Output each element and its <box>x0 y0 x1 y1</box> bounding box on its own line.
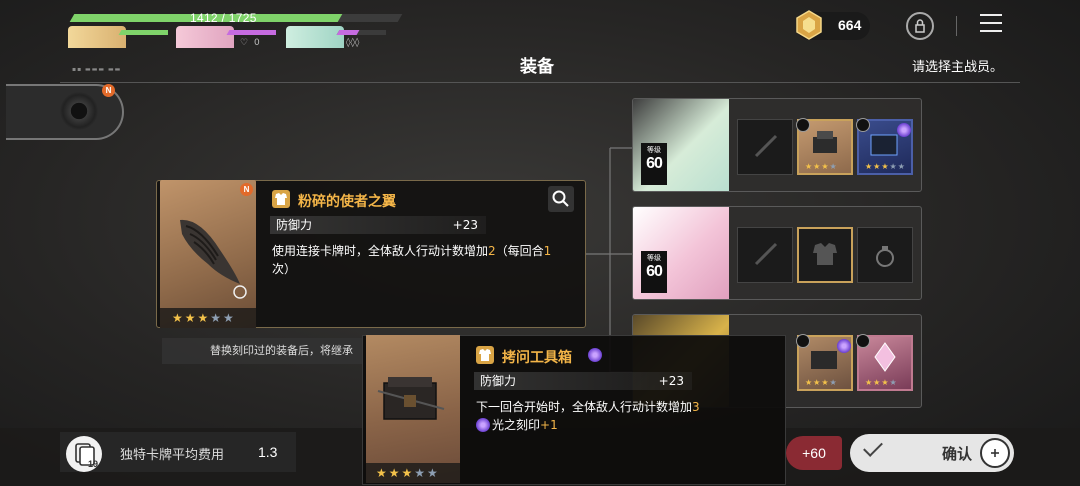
armor-slot[interactable]: ★★★★ <box>796 334 853 391</box>
menu-icon[interactable] <box>980 14 1002 36</box>
character-row[interactable]: 等级 60 <box>632 206 922 300</box>
decor-label: ▪▪ ▬▬▬ ▬▬ <box>72 66 122 73</box>
equipment-image[interactable]: ★★★★★ <box>160 180 256 328</box>
currency-value: 664 <box>838 17 862 33</box>
light-seal-icon <box>588 348 602 362</box>
party-member-1[interactable] <box>68 26 168 48</box>
member-hp-bar <box>226 30 276 35</box>
party-member-2[interactable] <box>176 26 276 48</box>
party-member-3[interactable] <box>286 26 386 48</box>
equipment-name: 粉碎的使者之翼 <box>298 194 396 210</box>
confirm-label: 确认 <box>942 445 973 463</box>
level-tag: 等级 60 <box>641 143 667 185</box>
wing-icon <box>180 219 247 299</box>
sword-icon <box>754 242 778 266</box>
armor-slot-selected[interactable] <box>797 227 853 283</box>
member-status-count: 0 <box>254 38 260 48</box>
select-hint: 请选择主战员。 <box>912 60 1004 75</box>
armor-icon <box>796 334 810 348</box>
member-hp-bar <box>336 30 386 35</box>
light-seal-icon <box>476 418 490 432</box>
weapon-slot[interactable] <box>737 227 793 283</box>
header-divider-line <box>60 82 1020 83</box>
shield-icon: ◊◊◊ <box>346 38 360 48</box>
equipment-stars: ★★★★★ <box>160 308 256 328</box>
seal-bonus: 光之刻印+1 <box>492 418 558 432</box>
member-portrait <box>286 26 344 48</box>
lock-icon[interactable] <box>906 12 934 40</box>
stat-value: +23 <box>658 374 684 388</box>
member-portrait <box>176 26 234 48</box>
equipment-description: 使用连接卡牌时，全体敌人行动计数增加2（每回合1次） <box>272 244 552 276</box>
armor-slot[interactable]: ★★★★ <box>796 118 853 175</box>
gem-icon <box>796 10 822 40</box>
deck-cost-value: 1.3 <box>258 444 278 460</box>
equipment-stars: ★★★★★ <box>366 463 460 483</box>
equipment-name: 拷问工具箱 <box>502 350 572 366</box>
emblem-icon <box>60 92 98 130</box>
member-portrait <box>68 26 126 48</box>
new-badge: N <box>240 183 253 196</box>
stat-row: 防御力 +23 <box>270 216 486 234</box>
ring-icon <box>856 334 870 348</box>
toolbox-icon <box>377 377 445 420</box>
armor-icon <box>796 118 810 132</box>
accessory-slot[interactable]: ★★★★ <box>856 334 913 391</box>
header-divider <box>956 16 957 36</box>
equipment-image[interactable]: ★★★★★ <box>366 335 460 483</box>
party-hp-text: 1412 / 1725 <box>190 11 257 25</box>
ring-icon <box>856 118 870 132</box>
confirm-plus-icon[interactable] <box>980 438 1010 468</box>
member-hp-bar <box>118 30 168 35</box>
deck-cost-label: 独特卡牌平均费用 <box>120 448 225 463</box>
bonus-badge: +60 <box>786 436 842 470</box>
stat-value: +23 <box>452 218 478 232</box>
deck-count: 19 <box>88 459 99 469</box>
stat-label: 防御力 <box>276 218 313 232</box>
search-icon[interactable] <box>548 186 574 212</box>
shield-icon: ♡ <box>240 38 249 48</box>
stat-row: 防御力 +23 <box>474 372 692 390</box>
level-tag: 等级 60 <box>641 251 667 293</box>
character-row[interactable]: 等级 60 ★★★★ ★★★★★ <box>632 98 922 192</box>
inherit-notice: 替换刻印过的装备后，将继承 <box>162 338 374 364</box>
stat-label: 防御力 <box>480 374 517 388</box>
accessory-slot[interactable]: ★★★★★ <box>856 118 913 175</box>
accessory-slot[interactable] <box>857 227 913 283</box>
armor-icon <box>272 190 290 208</box>
armor-icon <box>813 243 837 265</box>
weapon-slot[interactable] <box>737 119 793 175</box>
page-title: 装备 <box>520 57 554 77</box>
new-badge: N <box>102 84 115 97</box>
sword-icon <box>754 134 778 158</box>
ring-icon <box>876 246 894 267</box>
armor-icon <box>476 346 494 364</box>
equipment-description: 下一回合开始时，全体敌人行动计数增加3 <box>476 400 700 414</box>
